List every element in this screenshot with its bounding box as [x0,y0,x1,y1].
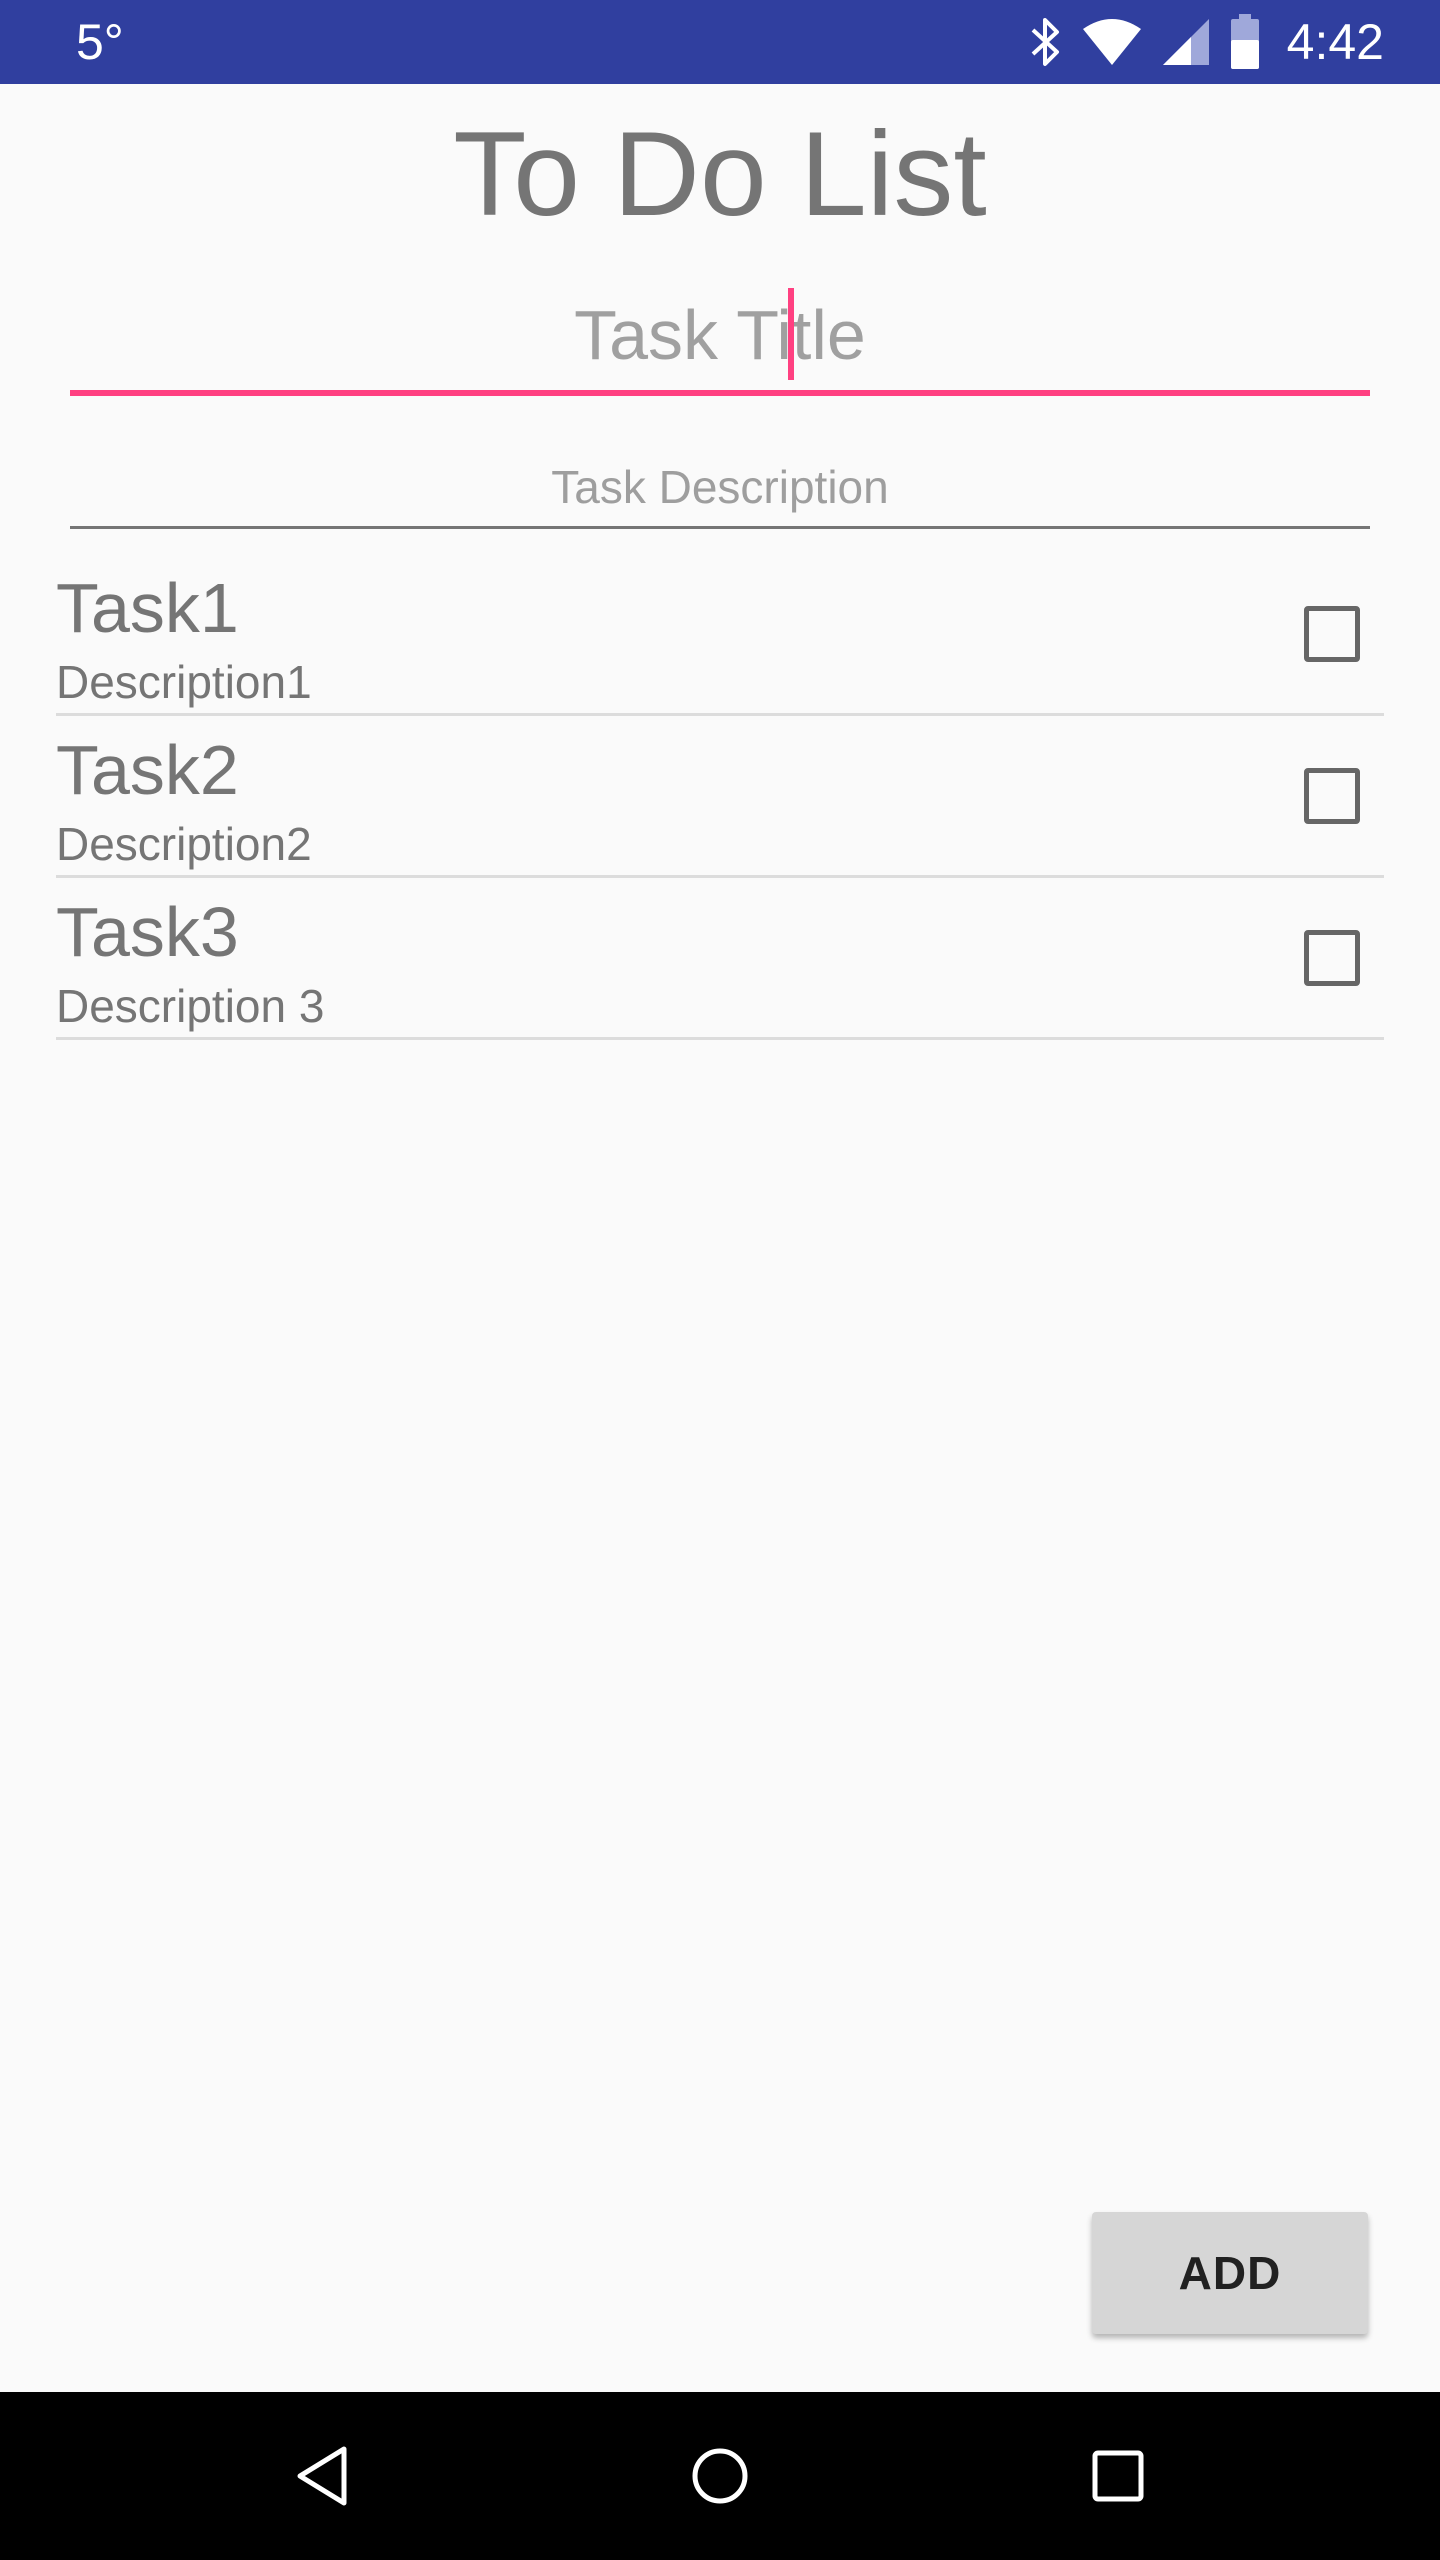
temperature-text: 5° [76,14,124,70]
task-description-field [70,448,1370,530]
task-checkbox[interactable] [1304,606,1360,662]
bluetooth-icon [1029,14,1063,70]
back-icon[interactable] [280,2434,364,2518]
app-title: To Do List [453,107,987,241]
screen: 5° 4:42 To Do List Task Title Task Descr… [0,0,1440,2560]
clock-text: 4:42 [1286,14,1384,70]
task-description-input[interactable] [70,448,1370,529]
task-list: Task1 Description1 Task2 Description2 Ta… [56,556,1384,1042]
wifi-icon [1081,17,1143,67]
recents-icon[interactable] [1076,2434,1160,2518]
battery-icon [1229,14,1261,70]
home-icon[interactable] [678,2434,762,2518]
status-bar: 5° 4:42 [0,0,1440,84]
task-title-field [70,280,1370,396]
task-item[interactable]: Task1 Description1 [56,556,1384,716]
task-title: Task3 [56,893,239,971]
task-description: Description2 [56,818,312,870]
status-icons: 4:42 [1011,0,1384,84]
task-item[interactable]: Task3 Description 3 [56,880,1384,1040]
text-cursor [788,288,794,380]
add-button[interactable]: ADD [1092,2212,1368,2334]
task-description: Description1 [56,656,312,708]
task-title-input[interactable] [70,280,1370,396]
task-item[interactable]: Task2 Description2 [56,718,1384,878]
task-checkbox[interactable] [1304,930,1360,986]
task-title: Task2 [56,731,239,809]
signal-icon [1161,17,1211,67]
task-title: Task1 [56,569,239,647]
task-description: Description 3 [56,980,325,1032]
navigation-bar [0,2392,1440,2560]
task-checkbox[interactable] [1304,768,1360,824]
